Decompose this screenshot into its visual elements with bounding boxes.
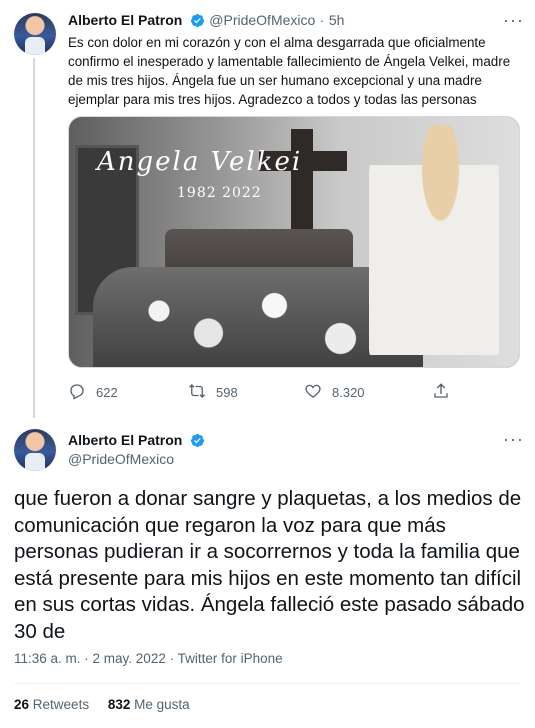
thread-line [33, 58, 35, 418]
retweets-label: Retweets [32, 697, 90, 712]
more-icon[interactable]: ··· [503, 429, 524, 450]
likes-label: Me gusta [134, 697, 190, 712]
likes-count: 832 [107, 697, 131, 712]
likes-stat[interactable]: 832 Me gusta [108, 697, 190, 712]
retweet-icon [188, 382, 216, 403]
avatar[interactable] [14, 13, 56, 55]
share-button[interactable] [432, 382, 460, 403]
like-count: 8.320 [332, 385, 365, 400]
like-icon [304, 382, 332, 403]
media-overlay-name: Angela Velkei [97, 147, 303, 177]
author-handle[interactable]: @PrideOfMexico [68, 451, 174, 467]
author-name[interactable]: Alberto El Patron [68, 432, 182, 448]
media-overlay-years: 1982 2022 [177, 185, 262, 201]
tweet-actions: 622 598 8.320 [68, 382, 520, 402]
reply-count: 622 [96, 385, 118, 400]
tweet-text: Es con dolor en mi corazón y con el alma… [68, 35, 511, 107]
avatar[interactable] [14, 429, 56, 471]
retweets-count: 26 [14, 697, 30, 712]
more-icon[interactable]: ··· [503, 10, 524, 31]
tweet-meta[interactable]: 11:36 a. m. · 2 may. 2022 · Twitter for … [14, 651, 283, 666]
portrait-figure [369, 125, 499, 367]
tweet2-header: Alberto El Patron [68, 432, 205, 453]
author-name[interactable]: Alberto El Patron [68, 12, 182, 28]
reply-button[interactable]: 622 [68, 382, 118, 403]
retweet-button[interactable]: 598 [188, 382, 238, 403]
tweet-stats: 26 Retweets 832 Me gusta [14, 697, 190, 712]
tweet-time[interactable]: 5h [329, 12, 345, 28]
verified-badge-icon [190, 433, 205, 453]
reply-icon [68, 382, 96, 403]
tweet-text-large: que fueron a donar sangre y plaquetas, a… [14, 487, 525, 643]
divider [14, 683, 521, 684]
author-handle[interactable]: @PrideOfMexico [209, 12, 315, 28]
retweet-count: 598 [216, 385, 238, 400]
share-icon [432, 382, 460, 403]
tweet-media-image[interactable]: Angela Velkei 1982 2022 [68, 116, 520, 368]
verified-badge-icon [190, 13, 205, 33]
separator: · [319, 12, 325, 28]
retweets-stat[interactable]: 26 Retweets [14, 697, 93, 712]
like-button[interactable]: 8.320 [304, 382, 365, 403]
tweet1-header: Alberto El Patron @PrideOfMexico · 5h [68, 12, 344, 33]
